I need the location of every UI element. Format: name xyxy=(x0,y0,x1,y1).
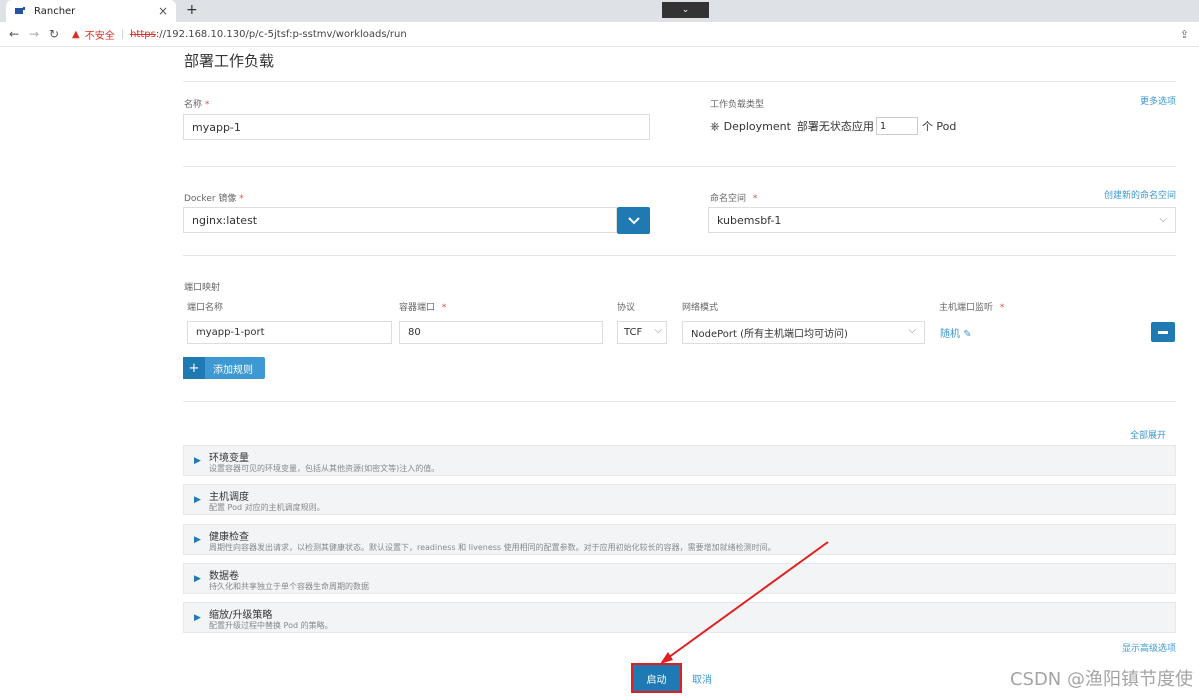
annotation-arrow xyxy=(660,541,829,664)
watermark: CSDN @渔阳镇节度使 xyxy=(1009,669,1193,690)
